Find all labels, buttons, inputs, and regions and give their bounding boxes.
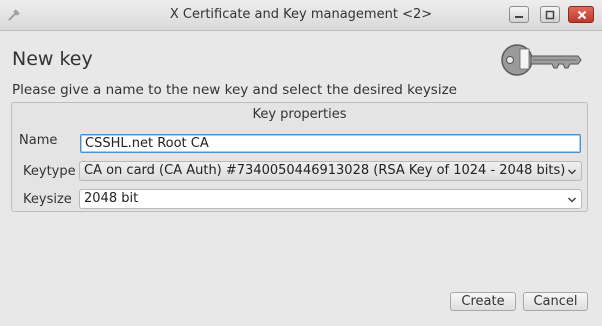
key-properties-group: Key properties Name CSSHL.net Root CA Ke… — [11, 102, 588, 212]
maximize-icon — [545, 10, 555, 20]
close-button[interactable] — [568, 6, 594, 23]
maximize-button[interactable] — [540, 6, 560, 23]
chevron-down-icon — [567, 166, 577, 181]
group-title: Key properties — [252, 107, 347, 122]
key-icon — [500, 40, 584, 84]
dialog-window: X Certificate and Key management <2> New… — [0, 0, 602, 326]
create-button[interactable]: Create — [450, 292, 516, 311]
titlebar[interactable]: X Certificate and Key management <2> — [0, 0, 602, 31]
keytype-label: Keytype — [23, 164, 76, 179]
keysize-select[interactable]: 2048 bit — [79, 189, 582, 209]
minimize-button[interactable] — [509, 6, 529, 23]
keysize-value: 2048 bit — [84, 191, 139, 206]
keysize-label: Keysize — [23, 192, 72, 207]
page-title: New key — [12, 48, 93, 70]
cancel-button[interactable]: Cancel — [523, 292, 588, 311]
close-icon — [577, 10, 587, 20]
minimize-icon — [515, 16, 523, 18]
name-input[interactable]: CSSHL.net Root CA — [80, 134, 581, 153]
keytype-select[interactable]: CA on card (CA Auth) #7340050446913028 (… — [79, 161, 582, 181]
instruction-text: Please give a name to the new key and se… — [12, 82, 457, 98]
keytype-value: CA on card (CA Auth) #7340050446913028 (… — [84, 163, 566, 178]
chevron-down-icon — [567, 194, 577, 209]
name-label: Name — [19, 133, 58, 148]
